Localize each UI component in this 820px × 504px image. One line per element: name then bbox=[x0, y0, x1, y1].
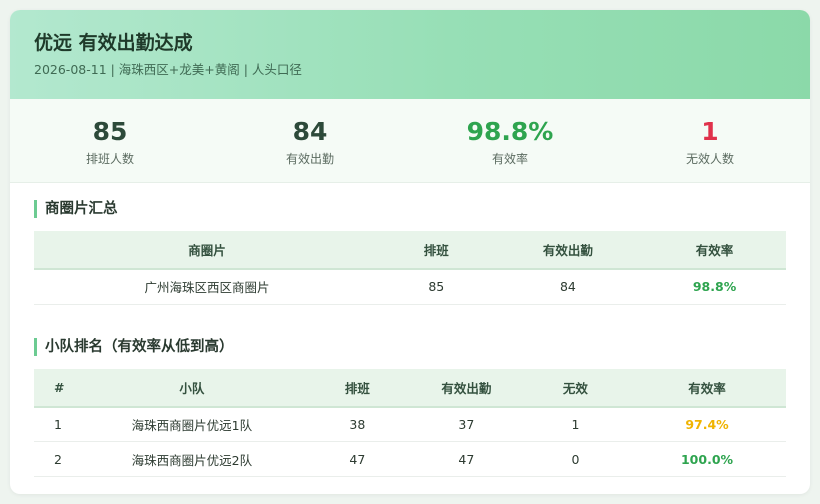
team-ranking-section: 小队排名（有效率从低到高） # 小队 排班 有效出勤 无效 有效率 1 海珠西商… bbox=[10, 305, 810, 477]
column-header: 有效率 bbox=[643, 231, 786, 270]
effective-rate: 98.8% bbox=[643, 269, 786, 305]
stat-value: 1 bbox=[701, 117, 719, 146]
stat-value: 84 bbox=[292, 117, 328, 146]
invalid-count: 0 bbox=[522, 441, 629, 477]
report-header: 优远 有效出勤达成 2026-08-11 | 海珠西区+龙美+黄阁 | 人头口径 bbox=[10, 10, 810, 99]
team-name: 海珠西商圈片优远1队 bbox=[79, 406, 305, 442]
area-summary-section: 商圈片汇总 商圈片 排班 有效出勤 有效率 广州海珠区西区商圈片 85 84 9… bbox=[10, 183, 810, 305]
section-title: 小队排名（有效率从低到高） bbox=[34, 337, 786, 356]
team-name: 海珠西商圈片优远2队 bbox=[79, 441, 305, 477]
table-row: 1 海珠西商圈片优远1队 38 37 1 97.4% bbox=[34, 406, 786, 442]
effective-rate: 97.4% bbox=[628, 406, 786, 442]
stat-label: 有效出勤 bbox=[285, 152, 334, 166]
table-row: 2 海珠西商圈片优远2队 47 47 0 100.0% bbox=[34, 441, 786, 477]
stat-value: 98.8% bbox=[466, 117, 554, 146]
area-name: 广州海珠区西区商圈片 bbox=[34, 269, 380, 305]
scheduled-count: 38 bbox=[304, 406, 410, 442]
attendance-card: 优远 有效出勤达成 2026-08-11 | 海珠西区+龙美+黄阁 | 人头口径… bbox=[10, 10, 810, 494]
effective-rate: 100.0% bbox=[628, 441, 786, 477]
stat-label: 有效率 bbox=[491, 152, 528, 166]
table-header-row: # 小队 排班 有效出勤 无效 有效率 bbox=[34, 368, 786, 408]
table-header-row: 商圈片 排班 有效出勤 有效率 bbox=[34, 231, 786, 270]
section-title: 商圈片汇总 bbox=[34, 200, 786, 218]
scheduled-count: 47 bbox=[304, 441, 410, 477]
stat-effective: 84 有效出勤 bbox=[210, 99, 410, 182]
scheduled-count: 85 bbox=[379, 269, 493, 305]
stat-value: 85 bbox=[92, 117, 128, 146]
team-ranking-table: # 小队 排班 有效出勤 无效 有效率 1 海珠西商圈片优远1队 38 37 1… bbox=[34, 368, 786, 477]
effective-count: 37 bbox=[409, 406, 523, 442]
page-subtitle: 2026-08-11 | 海珠西区+龙美+黄阁 | 人头口径 bbox=[34, 62, 302, 77]
column-header: 排班 bbox=[379, 231, 493, 270]
column-header: 商圈片 bbox=[34, 231, 380, 270]
column-header: 小队 bbox=[79, 368, 305, 408]
column-header: 排班 bbox=[304, 368, 410, 408]
effective-count: 84 bbox=[492, 269, 644, 305]
column-header: 有效出勤 bbox=[492, 231, 644, 270]
stat-scheduled: 85 排班人数 bbox=[10, 99, 210, 182]
invalid-count: 1 bbox=[522, 406, 629, 442]
stats-bar: 85 排班人数 84 有效出勤 98.8% 有效率 1 无效人数 bbox=[10, 99, 810, 183]
table-row: 广州海珠区西区商圈片 85 84 98.8% bbox=[34, 269, 786, 305]
area-summary-table: 商圈片 排班 有效出勤 有效率 广州海珠区西区商圈片 85 84 98.8% bbox=[34, 231, 786, 305]
column-header: 无效 bbox=[522, 368, 629, 408]
column-header: # bbox=[34, 368, 80, 408]
column-header: 有效率 bbox=[628, 368, 786, 408]
page-title: 优远 有效出勤达成 bbox=[34, 32, 193, 54]
stat-invalid: 1 无效人数 bbox=[610, 99, 810, 182]
rank: 1 bbox=[34, 406, 80, 442]
rank: 2 bbox=[34, 441, 80, 477]
stat-label: 排班人数 bbox=[85, 152, 134, 166]
stat-rate: 98.8% 有效率 bbox=[410, 99, 610, 182]
effective-count: 47 bbox=[409, 441, 523, 477]
stat-label: 无效人数 bbox=[685, 152, 734, 166]
column-header: 有效出勤 bbox=[409, 368, 523, 408]
